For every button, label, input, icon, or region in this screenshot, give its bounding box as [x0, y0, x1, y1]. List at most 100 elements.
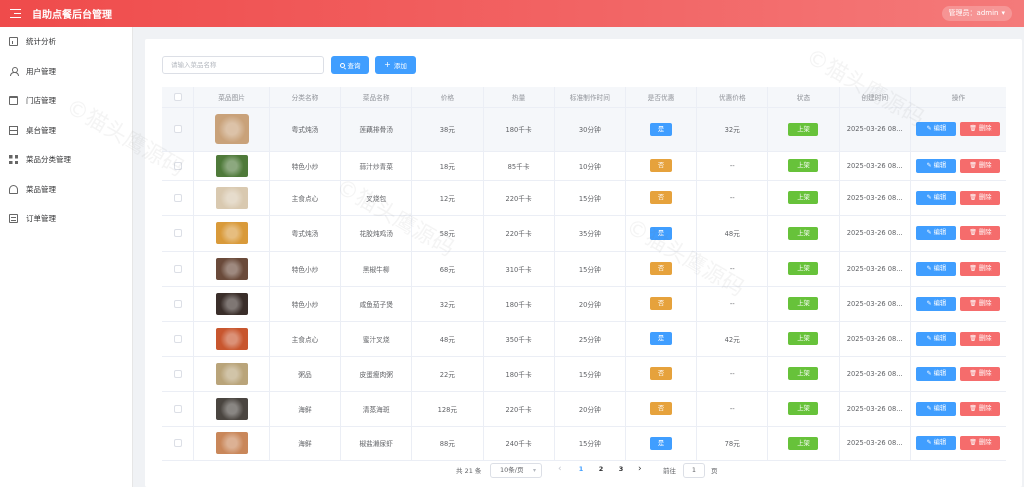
- goto-page-input[interactable]: 1: [683, 463, 705, 478]
- discount-badge: 是: [650, 332, 673, 345]
- admin-menu[interactable]: 管理员：admin ▾: [941, 6, 1012, 21]
- edit-icon: ✎: [926, 369, 932, 377]
- menu-toggle-icon[interactable]: [0, 0, 30, 27]
- table-row[interactable]: 特色小炒 咸鱼茄子煲 32元 180千卡 20分钟 否 -- 上架 2025-03-26 08.…: [162, 286, 1006, 322]
- column-header: 是否优惠: [625, 87, 698, 108]
- edit-button[interactable]: ✎ 编辑: [916, 190, 957, 205]
- delete-button[interactable]: 🗑 删除: [960, 261, 1001, 276]
- page-number[interactable]: 1: [575, 465, 587, 473]
- table-row[interactable]: 主食点心 蜜汁叉烧 48元 350千卡 25分钟 是 42元 上架 2025-03-26 08.…: [162, 321, 1006, 357]
- sidebar-item-tables[interactable]: 桌台管理: [0, 116, 132, 146]
- add-button[interactable]: + 添加: [375, 56, 416, 74]
- sidebar-item-orders[interactable]: 订单管理: [0, 204, 132, 234]
- edit-button[interactable]: ✎ 编辑: [916, 122, 957, 136]
- actions-cell: ✎ 编辑 🗑 删除: [910, 321, 1006, 357]
- sidebar-item-label: 菜品管理: [26, 184, 56, 194]
- next-page-icon[interactable]: ›: [638, 464, 642, 474]
- table-row[interactable]: 海鲜 椒盐濑尿虾 88元 240千卡 15分钟 是 78元 上架 2025-03-26 08..…: [162, 426, 1006, 461]
- delete-button[interactable]: 🗑 删除: [960, 366, 1001, 381]
- calories-cell: 350千卡: [483, 321, 555, 357]
- status-badge[interactable]: 上架: [788, 297, 819, 310]
- sidebar-item-users[interactable]: 用户管理: [0, 57, 132, 87]
- sidebar-item-dishes[interactable]: 菜品管理: [0, 175, 132, 205]
- sidebar-item-statistics[interactable]: 统计分析: [0, 27, 132, 57]
- edit-button[interactable]: ✎ 编辑: [916, 436, 957, 450]
- row-checkbox[interactable]: [173, 264, 182, 273]
- table-row[interactable]: 粥品 皮蛋瘦肉粥 22元 180千卡 15分钟 否 -- 上架 2025-03-26 08...…: [162, 356, 1006, 392]
- edit-button[interactable]: ✎ 编辑: [916, 158, 957, 173]
- page-number[interactable]: 3: [615, 465, 627, 473]
- row-select-cell: [162, 426, 195, 461]
- created-time-cell: 2025-03-26 08...: [839, 356, 911, 392]
- row-checkbox[interactable]: [173, 161, 182, 170]
- created-time-cell: 2025-03-26 08...: [839, 426, 911, 461]
- table-row[interactable]: 主食点心 叉烧包 12元 220千卡 15分钟 否 -- 上架 2025-03-26 08...…: [162, 180, 1006, 216]
- status-badge[interactable]: 上架: [788, 367, 819, 380]
- dish-name-cell: 椒盐濑尿虾: [340, 426, 413, 461]
- calories-cell: 220千卡: [483, 391, 555, 427]
- row-checkbox[interactable]: [173, 404, 182, 413]
- status-badge[interactable]: 上架: [788, 122, 819, 136]
- edit-button[interactable]: ✎ 编辑: [916, 401, 957, 416]
- table-row[interactable]: 特色小炒 黑椒牛柳 68元 310千卡 15分钟 否 -- 上架 2025-03-26 08..…: [162, 251, 1006, 287]
- edit-button[interactable]: ✎ 编辑: [916, 331, 957, 346]
- discount-cell: 否: [625, 180, 698, 216]
- table-row[interactable]: 特色小炒 蒜汁炒青菜 18元 85千卡 10分钟 否 -- 上架 2025-03-26 08..…: [162, 151, 1006, 181]
- page-size-select[interactable]: 10条/页 ▾: [490, 463, 542, 478]
- search-input[interactable]: [162, 56, 324, 74]
- status-cell: 上架: [767, 180, 840, 216]
- sidebar-item-dish-categories[interactable]: 菜品分类管理: [0, 145, 132, 175]
- page-number[interactable]: 2: [595, 465, 607, 473]
- row-checkbox[interactable]: [173, 193, 182, 202]
- delete-button[interactable]: 🗑 删除: [960, 158, 1001, 173]
- delete-button[interactable]: 🗑 删除: [960, 122, 1001, 136]
- status-badge[interactable]: 上架: [788, 332, 819, 345]
- discount-cell: 否: [625, 356, 698, 392]
- prev-page-icon[interactable]: ‹: [558, 464, 562, 474]
- dish-name-cell: 黑椒牛柳: [340, 251, 413, 287]
- status-badge[interactable]: 上架: [788, 402, 819, 415]
- category-cell: 特色小炒: [269, 251, 342, 287]
- chevron-down-icon: ▾: [1001, 9, 1005, 17]
- edit-icon: ✎: [926, 229, 932, 236]
- trash-icon: 🗑: [969, 161, 977, 169]
- status-badge[interactable]: 上架: [788, 436, 819, 450]
- sidebar-item-stores[interactable]: 门店管理: [0, 86, 132, 116]
- table-row[interactable]: 海鲜 清蒸海斑 128元 220千卡 20分钟 否 -- 上架 2025-03-26 08...…: [162, 391, 1006, 427]
- row-checkbox[interactable]: [173, 299, 182, 308]
- edit-button[interactable]: ✎ 编辑: [916, 296, 957, 311]
- status-badge[interactable]: 上架: [788, 159, 819, 172]
- select-all-checkbox[interactable]: [173, 92, 182, 101]
- edit-button[interactable]: ✎ 编辑: [916, 366, 957, 381]
- delete-button[interactable]: 🗑 删除: [960, 190, 1001, 205]
- delete-button[interactable]: 🗑 删除: [960, 401, 1001, 416]
- edit-button[interactable]: ✎ 编辑: [916, 226, 957, 240]
- row-checkbox[interactable]: [173, 229, 182, 237]
- delete-button[interactable]: 🗑 删除: [960, 436, 1001, 450]
- edit-button[interactable]: ✎ 编辑: [916, 261, 957, 276]
- search-button[interactable]: 查询: [331, 56, 369, 74]
- trash-icon: 🗑: [969, 369, 977, 377]
- calories-cell: 310千卡: [483, 251, 555, 287]
- price-cell: 22元: [411, 356, 484, 392]
- discount-price-cell: --: [696, 286, 769, 322]
- discount-price-cell: --: [696, 180, 769, 216]
- dish-name-cell: 莲藕排骨汤: [340, 107, 413, 152]
- delete-button[interactable]: 🗑 删除: [960, 226, 1001, 240]
- row-checkbox[interactable]: [173, 369, 182, 378]
- discount-price-cell: 78元: [696, 426, 769, 461]
- delete-button[interactable]: 🗑 删除: [960, 296, 1001, 311]
- table-row[interactable]: 粤式炖汤 莲藕排骨汤 38元 180千卡 30分钟 是 32元 上架 2025-03-26 08…: [162, 107, 1006, 152]
- row-checkbox[interactable]: [173, 334, 182, 343]
- delete-button[interactable]: 🗑 删除: [960, 331, 1001, 346]
- dish-image: [215, 222, 248, 244]
- sidebar-item-label: 订单管理: [26, 214, 56, 224]
- row-checkbox[interactable]: [173, 125, 182, 133]
- trash-icon: 🗑: [969, 404, 977, 412]
- status-badge[interactable]: 上架: [788, 262, 819, 275]
- status-badge[interactable]: 上架: [788, 226, 819, 240]
- row-checkbox[interactable]: [173, 439, 182, 447]
- status-badge[interactable]: 上架: [788, 191, 819, 204]
- table-row[interactable]: 粤式炖汤 花胶炖鸡汤 58元 220千卡 35分钟 是 48元 上架 2025-03-26 08…: [162, 215, 1006, 252]
- plus-icon: +: [384, 60, 391, 69]
